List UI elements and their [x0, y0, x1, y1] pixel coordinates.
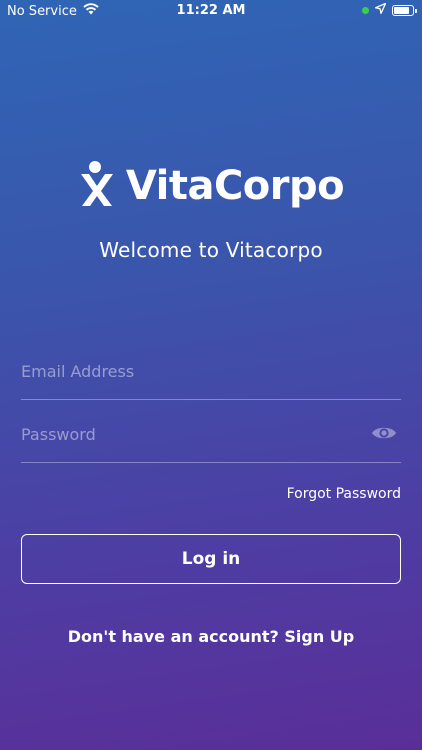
password-field-container [21, 419, 401, 463]
person-x-logo-icon [78, 160, 116, 212]
battery-level [394, 7, 410, 14]
status-time: 11:22 AM [176, 3, 246, 18]
email-field-container [21, 356, 401, 400]
brand-logo: VitaCorpo [0, 156, 422, 216]
status-bar: No Service 11:22 AM [0, 0, 422, 22]
forgot-password-link[interactable]: Forgot Password [287, 486, 401, 502]
signup-link[interactable]: Sign Up [284, 627, 354, 646]
email-field[interactable] [21, 356, 351, 386]
battery-icon [392, 5, 417, 16]
welcome-heading: Welcome to Vitacorpo [99, 238, 323, 262]
login-button[interactable]: Log in [21, 534, 401, 584]
status-right [362, 2, 417, 18]
password-field[interactable] [21, 419, 351, 449]
location-arrow-icon [374, 2, 387, 18]
signup-row: Don't have an account? Sign Up [0, 627, 422, 646]
privacy-indicator-dot [362, 7, 369, 14]
eye-icon[interactable] [371, 423, 397, 443]
battery-cap [415, 9, 417, 13]
brand-name: VitaCorpo [125, 163, 345, 209]
signup-prompt: Don't have an account? [67, 627, 285, 646]
